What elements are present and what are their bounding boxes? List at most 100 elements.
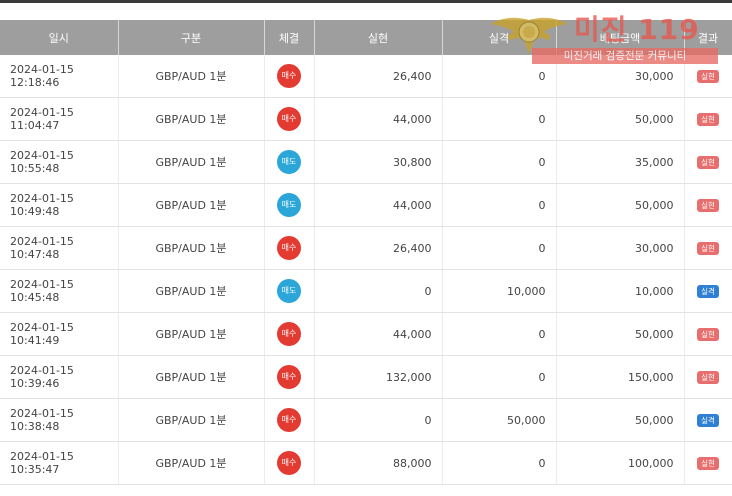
table-row: 2024-01-15 10:49:48 GBP/AUD 1분 매도 44,000 0 50… (0, 183, 732, 227)
result-cell: 실현 (684, 97, 732, 141)
result-loss-tag: 실격 (697, 414, 719, 427)
result-realized-tag: 실현 (697, 156, 719, 169)
side-cell: 매도 (264, 183, 315, 227)
category-cell: GBP/AUD 1분 (118, 55, 265, 98)
result-loss-tag: 실격 (697, 285, 719, 298)
trade-history-table: 일시 구분 체결 실현 실격 배팅금액 결과 2024-01-15 12:18:… (0, 20, 732, 485)
buy-badge: 매수 (277, 408, 301, 432)
table-row: 2024-01-15 10:45:48 GBP/AUD 1분 매도 0 10,000 10… (0, 269, 732, 313)
realized-cell: 44,000 (314, 183, 443, 227)
header-bet-amount[interactable]: 배팅금액 (556, 20, 685, 55)
category-cell: GBP/AUD 1분 (118, 183, 265, 227)
bet-amount-cell: 30,000 (556, 55, 685, 98)
bet-amount-cell: 50,000 (556, 183, 685, 227)
loss-cell: 0 (442, 55, 557, 98)
table-row: 2024-01-15 11:04:47 GBP/AUD 1분 매수 44,000 0 50… (0, 97, 732, 141)
table-row: 2024-01-15 10:47:48 GBP/AUD 1분 매수 26,400 0 30… (0, 226, 732, 270)
date-cell: 2024-01-15 10:39:46 (0, 355, 119, 399)
loss-cell: 0 (442, 97, 557, 141)
date-cell: 2024-01-15 12:18:46 (0, 55, 119, 98)
result-realized-tag: 실현 (697, 328, 719, 341)
result-cell: 실현 (684, 55, 732, 98)
side-cell: 매도 (264, 269, 315, 313)
loss-cell: 0 (442, 226, 557, 270)
bet-amount-cell: 35,000 (556, 140, 685, 184)
bet-amount-cell: 50,000 (556, 97, 685, 141)
realized-cell: 30,800 (314, 140, 443, 184)
table-row: 2024-01-15 10:35:47 GBP/AUD 1분 매수 88,000 0 10… (0, 441, 732, 485)
date-cell: 2024-01-15 10:49:48 (0, 183, 119, 227)
loss-cell: 0 (442, 441, 557, 485)
sell-badge: 매도 (277, 150, 301, 174)
header-side[interactable]: 체결 (264, 20, 315, 55)
table-row: 2024-01-15 10:41:49 GBP/AUD 1분 매수 44,000 0 50… (0, 312, 732, 356)
header-realized[interactable]: 실현 (314, 20, 443, 55)
date-cell: 2024-01-15 10:55:48 (0, 140, 119, 184)
side-cell: 매수 (264, 398, 315, 442)
buy-badge: 매수 (277, 451, 301, 475)
result-cell: 실현 (684, 183, 732, 227)
result-realized-tag: 실현 (697, 70, 719, 83)
header-loss[interactable]: 실격 (442, 20, 557, 55)
realized-cell: 44,000 (314, 97, 443, 141)
loss-cell: 0 (442, 355, 557, 399)
category-cell: GBP/AUD 1분 (118, 97, 265, 141)
date-cell: 2024-01-15 10:38:48 (0, 398, 119, 442)
result-cell: 실현 (684, 312, 732, 356)
sell-badge: 매도 (277, 193, 301, 217)
bet-amount-cell: 50,000 (556, 398, 685, 442)
category-cell: GBP/AUD 1분 (118, 140, 265, 184)
bet-amount-cell: 30,000 (556, 226, 685, 270)
buy-badge: 매수 (277, 64, 301, 88)
realized-cell: 44,000 (314, 312, 443, 356)
bet-amount-cell: 150,000 (556, 355, 685, 399)
table-row: 2024-01-15 10:39:46 GBP/AUD 1분 매수 132,000 0 1… (0, 355, 732, 399)
loss-cell: 0 (442, 312, 557, 356)
category-cell: GBP/AUD 1분 (118, 355, 265, 399)
realized-cell: 0 (314, 398, 443, 442)
realized-cell: 132,000 (314, 355, 443, 399)
table-row: 2024-01-15 10:38:48 GBP/AUD 1분 매수 0 50,000 50… (0, 398, 732, 442)
date-cell: 2024-01-15 10:45:48 (0, 269, 119, 313)
table-row: 2024-01-15 12:18:46 GBP/AUD 1분 매수 26,400 0 30… (0, 55, 732, 98)
realized-cell: 0 (314, 269, 443, 313)
loss-cell: 50,000 (442, 398, 557, 442)
date-cell: 2024-01-15 10:41:49 (0, 312, 119, 356)
result-cell: 실현 (684, 140, 732, 184)
side-cell: 매수 (264, 441, 315, 485)
date-cell: 2024-01-15 11:04:47 (0, 97, 119, 141)
buy-badge: 매수 (277, 365, 301, 389)
result-cell: 실현 (684, 355, 732, 399)
buy-badge: 매수 (277, 107, 301, 131)
bet-amount-cell: 10,000 (556, 269, 685, 313)
bet-amount-cell: 100,000 (556, 441, 685, 485)
realized-cell: 26,400 (314, 226, 443, 270)
side-cell: 매수 (264, 226, 315, 270)
header-date[interactable]: 일시 (0, 20, 119, 55)
category-cell: GBP/AUD 1분 (118, 398, 265, 442)
category-cell: GBP/AUD 1분 (118, 441, 265, 485)
category-cell: GBP/AUD 1분 (118, 226, 265, 270)
header-category[interactable]: 구분 (118, 20, 265, 55)
loss-cell: 0 (442, 183, 557, 227)
result-cell: 실격 (684, 269, 732, 313)
result-realized-tag: 실현 (697, 371, 719, 384)
realized-cell: 88,000 (314, 441, 443, 485)
loss-cell: 10,000 (442, 269, 557, 313)
top-border (0, 0, 732, 3)
buy-badge: 매수 (277, 236, 301, 260)
result-realized-tag: 실현 (697, 242, 719, 255)
side-cell: 매수 (264, 312, 315, 356)
result-realized-tag: 실현 (697, 457, 719, 470)
sell-badge: 매도 (277, 279, 301, 303)
side-cell: 매수 (264, 355, 315, 399)
table-header-row: 일시 구분 체결 실현 실격 배팅금액 결과 (0, 20, 732, 55)
result-cell: 실격 (684, 398, 732, 442)
date-cell: 2024-01-15 10:35:47 (0, 441, 119, 485)
bet-amount-cell: 50,000 (556, 312, 685, 356)
category-cell: GBP/AUD 1분 (118, 269, 265, 313)
result-realized-tag: 실현 (697, 113, 719, 126)
table-row: 2024-01-15 10:55:48 GBP/AUD 1분 매도 30,800 0 35… (0, 140, 732, 184)
header-result[interactable]: 결과 (684, 20, 732, 55)
result-realized-tag: 실현 (697, 199, 719, 212)
